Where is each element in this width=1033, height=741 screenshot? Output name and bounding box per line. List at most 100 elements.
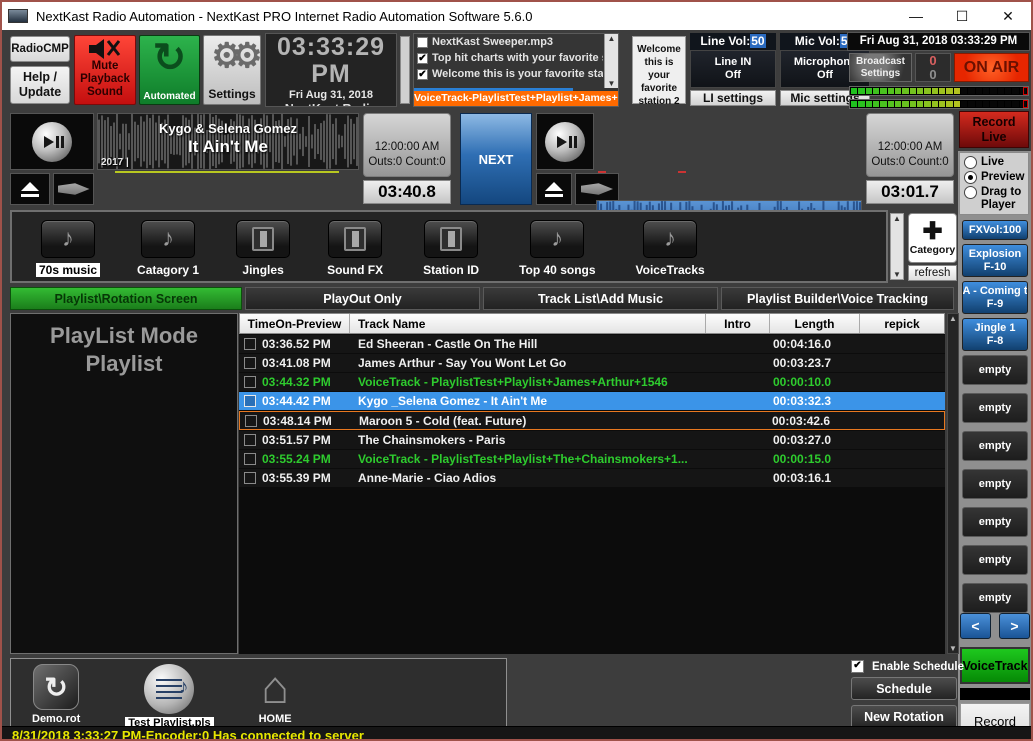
- playlist-row[interactable]: 03:48.14 PMMaroon 5 - Cold (feat. Future…: [239, 411, 945, 430]
- playlist-scrollbar[interactable]: ▲▼: [947, 313, 959, 654]
- settings-button[interactable]: ⚙⚙ Settings: [203, 35, 261, 105]
- row-checkbox[interactable]: [244, 434, 256, 446]
- row-checkbox[interactable]: [244, 357, 256, 369]
- line-settings-button[interactable]: LI settings: [690, 90, 776, 106]
- cartridge-folder-icon: [328, 220, 382, 258]
- radiocmp-button[interactable]: RadioCMP: [10, 36, 70, 62]
- vu-peak-marker: [1023, 87, 1028, 95]
- playlist-row[interactable]: 03:51.57 PMThe Chainsmokers - Paris00:03…: [239, 431, 945, 449]
- dock-item-rotation[interactable]: ↻Demo.rot: [29, 664, 83, 725]
- player-mode-option[interactable]: Preview: [962, 171, 1026, 184]
- dock-item-home[interactable]: ⌂HOME: [256, 664, 295, 725]
- deck-a-waveform[interactable]: Kygo & Selena Gomez It Ain't Me 2017 |: [97, 113, 359, 170]
- playlist-row[interactable]: 03:36.52 PMEd Sheeran - Castle On The Hi…: [239, 335, 945, 353]
- player-mode-option[interactable]: Live: [962, 156, 1026, 169]
- fx-empty-button[interactable]: empty: [962, 583, 1028, 613]
- sweeper-checkbox[interactable]: ✔: [417, 69, 428, 80]
- automated-toggle-button[interactable]: ↻ Automated: [139, 35, 200, 105]
- playlist-row[interactable]: 03:44.42 PMKygo _Selena Gomez - It Ain't…: [239, 392, 945, 410]
- fx-button[interactable]: FXVol:100: [962, 220, 1028, 240]
- col-intro[interactable]: Intro: [706, 314, 770, 333]
- radio-icon[interactable]: [964, 156, 977, 169]
- playlist-row[interactable]: 03:55.24 PMVoiceTrack - PlaylistTest+Pla…: [239, 450, 945, 468]
- fx-prev-button[interactable]: <: [960, 613, 991, 639]
- col-length[interactable]: Length: [770, 314, 860, 333]
- row-checkbox[interactable]: [244, 376, 256, 388]
- radio-icon[interactable]: [964, 186, 977, 199]
- next-button[interactable]: NEXT: [460, 113, 532, 205]
- row-length: 00:03:23.7: [773, 356, 863, 370]
- deck-a-eject-button[interactable]: [10, 173, 50, 205]
- col-timeon[interactable]: TimeOn-Preview: [240, 314, 350, 333]
- tab-playlist-builder[interactable]: Playlist Builder\Voice Tracking: [721, 287, 954, 310]
- playlist-row[interactable]: 03:44.32 PMVoiceTrack - PlaylistTest+Pla…: [239, 373, 945, 391]
- player-mode-option[interactable]: Drag to Player: [962, 186, 1026, 212]
- rotation-icon: ↻: [33, 664, 79, 710]
- fx-button[interactable]: Jingle 1F-8: [962, 318, 1028, 351]
- sweeper-checkbox[interactable]: ✔: [417, 53, 428, 64]
- deck-b-play-button[interactable]: [536, 113, 594, 170]
- vu-segment: [888, 101, 894, 107]
- line-vol-label: Line Vol:50: [690, 33, 776, 50]
- playlist-row[interactable]: 03:41.08 PMJames Arthur - Say You Wont L…: [239, 354, 945, 372]
- radio-icon[interactable]: [964, 171, 977, 184]
- line-in-toggle[interactable]: Line IN Off: [690, 50, 776, 88]
- fx-next-button[interactable]: >: [999, 613, 1030, 639]
- category-scrollbar[interactable]: ▲▼: [890, 213, 904, 280]
- fx-empty-button[interactable]: empty: [962, 393, 1028, 423]
- category-item[interactable]: Jingles: [236, 220, 290, 277]
- gear-icon: ⚙⚙: [212, 36, 253, 76]
- playlist-row[interactable]: 03:55.39 PMAnne-Marie - Ciao Adios00:03:…: [239, 469, 945, 487]
- category-item[interactable]: ♪Catagory 1: [134, 220, 202, 277]
- dock-item-playlist[interactable]: Test Playlist.pls: [125, 664, 213, 729]
- fx-button[interactable]: ExplosionF-10: [962, 244, 1028, 277]
- vu-segment: [880, 88, 886, 94]
- toolbar-scrollbar[interactable]: [400, 36, 410, 104]
- enable-schedule-checkbox[interactable]: ✔: [851, 660, 864, 673]
- row-checkbox[interactable]: [244, 472, 256, 484]
- row-checkbox[interactable]: [244, 395, 256, 407]
- sweeper-checkbox[interactable]: [417, 37, 428, 48]
- category-item[interactable]: ♪Top 40 songs: [516, 220, 598, 277]
- on-air-indicator[interactable]: ON AIR: [954, 53, 1029, 82]
- category-item[interactable]: Sound FX: [324, 220, 386, 277]
- maximize-button[interactable]: ☐: [939, 8, 985, 25]
- fx-empty-button[interactable]: empty: [962, 507, 1028, 537]
- row-checkbox[interactable]: [244, 453, 256, 465]
- mute-playback-button[interactable]: Mute Playback Sound: [74, 35, 136, 105]
- refresh-button[interactable]: refresh: [908, 265, 957, 281]
- sweeper-item[interactable]: ✔Top hit charts with your favorite stati: [414, 50, 603, 66]
- deck-b-eject-button[interactable]: [536, 173, 572, 205]
- add-category-button[interactable]: ✚ Category: [908, 213, 957, 263]
- record-live-button[interactable]: Record Live: [959, 111, 1029, 148]
- fx-empty-button[interactable]: empty: [962, 355, 1028, 385]
- minimize-button[interactable]: —: [893, 8, 939, 25]
- vu-segment: [998, 88, 1004, 94]
- col-repick[interactable]: repick: [860, 314, 944, 333]
- fx-empty-button[interactable]: empty: [962, 545, 1028, 575]
- fx-empty-button[interactable]: empty: [962, 431, 1028, 461]
- fx-button[interactable]: A - Coming tF-9: [962, 281, 1028, 314]
- category-item[interactable]: ♪VoiceTracks: [633, 220, 708, 277]
- sweeper-item[interactable]: NextKast Sweeper.mp3: [414, 34, 603, 50]
- col-trackname[interactable]: Track Name: [350, 314, 706, 333]
- category-item[interactable]: ♪70s music: [36, 220, 100, 277]
- tab-playlist-rotation[interactable]: Playlist\Rotation Screen: [10, 287, 242, 310]
- help-update-button[interactable]: Help / Update: [10, 66, 70, 104]
- tab-playout-only[interactable]: PlayOut Only: [245, 287, 480, 310]
- deck-a-fade-button[interactable]: [53, 173, 94, 205]
- broadcast-settings-button[interactable]: Broadcast Settings: [849, 53, 912, 82]
- row-checkbox[interactable]: [244, 338, 256, 350]
- automation-arrows-icon: ↻: [153, 36, 187, 80]
- fx-empty-button[interactable]: empty: [962, 469, 1028, 499]
- voicetrack-button[interactable]: VoiceTrack: [960, 647, 1030, 684]
- sweeper-item[interactable]: ✔Welcome this is your favorite station: [414, 66, 603, 82]
- vu-segment: [968, 88, 974, 94]
- tab-track-list[interactable]: Track List\Add Music: [483, 287, 718, 310]
- schedule-button[interactable]: Schedule: [851, 677, 957, 700]
- category-item[interactable]: Station ID: [420, 220, 482, 277]
- deck-a-play-button[interactable]: [10, 113, 94, 170]
- sweeper-scrollbar[interactable]: ▲▼: [604, 34, 618, 88]
- close-button[interactable]: ✕: [985, 8, 1031, 25]
- row-checkbox[interactable]: [245, 415, 257, 427]
